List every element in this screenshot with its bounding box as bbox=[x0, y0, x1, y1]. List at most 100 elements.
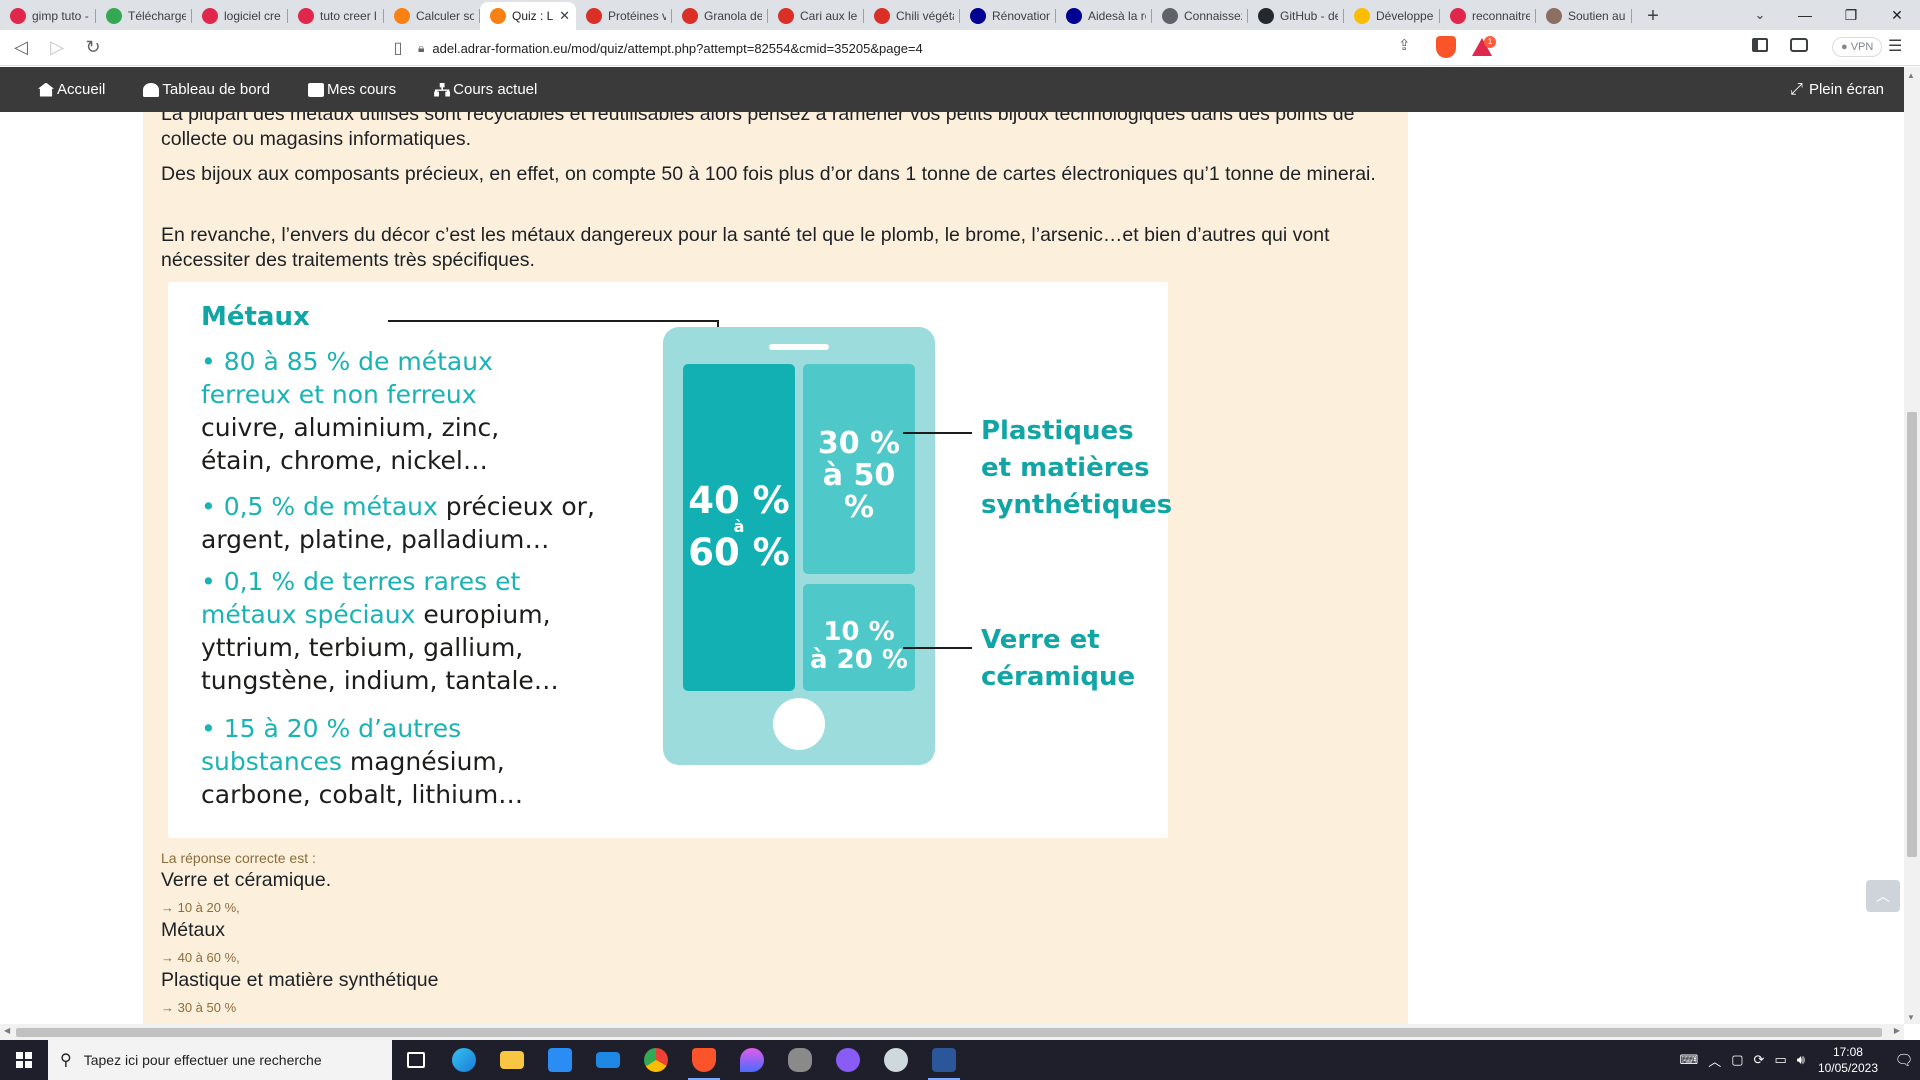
browser-tab[interactable]: Développer bbox=[1344, 2, 1440, 30]
browser-tab[interactable]: Calculer so bbox=[384, 2, 480, 30]
forward-icon[interactable]: ▷ bbox=[42, 33, 72, 63]
krita-icon[interactable] bbox=[728, 1040, 776, 1080]
flag-icon bbox=[970, 8, 986, 24]
share-icon[interactable]: ⇪ bbox=[1398, 36, 1411, 54]
url-text: adel.adrar-formation.eu/mod/quiz/attempt… bbox=[432, 40, 923, 56]
brave-taskbar-icon[interactable] bbox=[680, 1040, 728, 1080]
bookmark-icon[interactable]: ▯ bbox=[386, 33, 410, 63]
meet-icon[interactable]: ▢ bbox=[1731, 1052, 1743, 1068]
browser-tab[interactable]: logiciel cre bbox=[192, 2, 288, 30]
nav-current-course[interactable]: Cours actuel bbox=[434, 67, 537, 112]
chevron-up-icon[interactable]: ︿ bbox=[1708, 1051, 1721, 1070]
browser-tab[interactable]: Soutien au bbox=[1536, 2, 1632, 30]
reload-icon[interactable]: ↻ bbox=[78, 33, 108, 63]
tab-label: Aidesà la ré bbox=[1088, 9, 1146, 23]
vertical-scroll-thumb[interactable] bbox=[1907, 412, 1917, 857]
menu-icon[interactable]: ☰ bbox=[1888, 36, 1902, 56]
restore-icon[interactable]: ❐ bbox=[1828, 0, 1874, 30]
nav-home[interactable]: Accueil bbox=[38, 67, 105, 112]
tab-label: Calculer so bbox=[416, 9, 474, 23]
nav-current-course-label: Cours actuel bbox=[453, 81, 538, 98]
store-icon[interactable] bbox=[536, 1040, 584, 1080]
vertical-scrollbar[interactable]: ▲ ▼ bbox=[1904, 67, 1920, 1024]
keyboard-icon[interactable]: ⌨ bbox=[1679, 1052, 1698, 1068]
taskbar-search[interactable]: ⚲ Tapez ici pour effectuer une recherche bbox=[48, 1040, 392, 1080]
back-icon[interactable]: ◁ bbox=[6, 33, 36, 63]
app-icon[interactable] bbox=[872, 1040, 920, 1080]
nav-dashboard-label: Tableau de bord bbox=[162, 81, 270, 98]
vpn-label: VPN bbox=[1850, 41, 1874, 53]
network-icon[interactable]: ▭ bbox=[1774, 1052, 1786, 1068]
clock-time: 17:08 bbox=[1832, 1045, 1863, 1059]
window-controls: — ❐ ✕ bbox=[1782, 0, 1920, 30]
tab-search-icon[interactable]: ⌄ bbox=[1740, 0, 1780, 30]
notifications-icon[interactable]: 🗨︎ bbox=[1888, 1040, 1920, 1080]
browser-tab[interactable]: Rénovation bbox=[960, 2, 1056, 30]
browser-tab[interactable]: Granola de bbox=[672, 2, 768, 30]
scroll-right-icon[interactable]: ▶ bbox=[1894, 1026, 1900, 1035]
verre-percentage: 10 % à 20 % bbox=[803, 618, 915, 674]
answer-item-name: Métaux bbox=[161, 919, 225, 941]
brave-rewards-icon[interactable]: 1 bbox=[1472, 36, 1496, 58]
dashboard-icon bbox=[143, 82, 160, 97]
horizontal-scroll-thumb[interactable] bbox=[16, 1028, 1882, 1037]
vpn-button[interactable]: ● VPN bbox=[1832, 37, 1883, 57]
word-icon[interactable] bbox=[920, 1040, 968, 1080]
browser-tab[interactable]: Chili végéta bbox=[864, 2, 960, 30]
scroll-left-icon[interactable]: ◀ bbox=[4, 1026, 10, 1035]
browser-tab[interactable]: Connaissez bbox=[1152, 2, 1248, 30]
file-explorer-icon[interactable] bbox=[488, 1040, 536, 1080]
plastiques-label: Plastiques et matières synthétiques bbox=[981, 413, 1172, 524]
start-button[interactable] bbox=[0, 1040, 48, 1080]
volume-icon[interactable]: 🔊︎ bbox=[1797, 1052, 1805, 1068]
sync-icon[interactable]: ⟳ bbox=[1754, 1052, 1765, 1068]
tab-label: Rénovation bbox=[992, 9, 1050, 23]
plastiques-percentage: 30 % à 50 % bbox=[803, 428, 915, 524]
edge-icon[interactable] bbox=[440, 1040, 488, 1080]
moodle-icon bbox=[394, 8, 410, 24]
browser-tab[interactable]: tuto creer l bbox=[288, 2, 384, 30]
horizontal-scrollbar[interactable]: ◀ ▶ bbox=[0, 1024, 1904, 1040]
fullscreen-button[interactable]: ⤢ Plein écran bbox=[1790, 67, 1884, 112]
tab-label: Connaissez bbox=[1184, 9, 1242, 23]
sitemap-icon bbox=[434, 82, 451, 97]
close-window-icon[interactable]: ✕ bbox=[1874, 0, 1920, 30]
minimize-icon[interactable]: — bbox=[1782, 0, 1828, 30]
fullscreen-label: Plein écran bbox=[1808, 81, 1884, 98]
brave-shields-icon[interactable] bbox=[1436, 36, 1456, 58]
browser-tab[interactable]: Protéines v bbox=[576, 2, 672, 30]
browser-tab[interactable]: Télécharge bbox=[96, 2, 192, 30]
gimp-icon[interactable] bbox=[776, 1040, 824, 1080]
back-to-top-button[interactable]: ︿ bbox=[1866, 880, 1900, 912]
browser-tab[interactable]: Quiz : L ✕ bbox=[480, 2, 576, 30]
sidebar-toggle-icon[interactable] bbox=[1752, 38, 1768, 52]
clock-date: 10/05/2023 bbox=[1817, 1061, 1878, 1075]
paragraph-hazards: En revanche, l’envers du décor c’est les… bbox=[161, 224, 1330, 271]
nav-dashboard[interactable]: Tableau de bord bbox=[143, 67, 270, 112]
tab-label: Télécharge bbox=[128, 9, 186, 23]
page-content: La plupart des métaux utilisés sont recy… bbox=[0, 112, 1904, 1024]
browser-tab[interactable]: reconnaitre bbox=[1440, 2, 1536, 30]
scroll-up-icon[interactable]: ▲ bbox=[1907, 71, 1915, 80]
chrome-icon[interactable] bbox=[632, 1040, 680, 1080]
browser-tab[interactable]: Aidesà la ré bbox=[1056, 2, 1152, 30]
browser-tab[interactable]: Cari aux len bbox=[768, 2, 864, 30]
address-bar[interactable]: 🔒︎ adel.adrar-formation.eu/mod/quiz/atte… bbox=[418, 34, 1426, 62]
verre-label-2: céramique bbox=[981, 662, 1136, 692]
nav-home-label: Accueil bbox=[57, 81, 106, 98]
browser-tab[interactable]: gimp tuto - bbox=[0, 2, 96, 30]
browser-tab[interactable]: GitHub - de bbox=[1248, 2, 1344, 30]
clock[interactable]: 17:08 10/05/2023 bbox=[1818, 1044, 1878, 1076]
lock-icon: 🔒︎ bbox=[418, 40, 425, 55]
task-view-icon[interactable] bbox=[392, 1040, 440, 1080]
plastiques-label-1: Plastiques bbox=[981, 416, 1134, 446]
circle-icon bbox=[1162, 8, 1178, 24]
mail-icon[interactable] bbox=[584, 1040, 632, 1080]
scroll-down-icon[interactable]: ▼ bbox=[1907, 1013, 1915, 1022]
close-tab-icon[interactable]: ✕ bbox=[559, 8, 570, 24]
nav-my-courses[interactable]: Mes cours bbox=[307, 67, 396, 112]
verre-label: Verre et céramique bbox=[981, 622, 1135, 696]
new-tab-button[interactable]: + bbox=[1638, 2, 1668, 30]
wallet-icon[interactable] bbox=[1790, 38, 1808, 52]
discord-icon[interactable] bbox=[824, 1040, 872, 1080]
